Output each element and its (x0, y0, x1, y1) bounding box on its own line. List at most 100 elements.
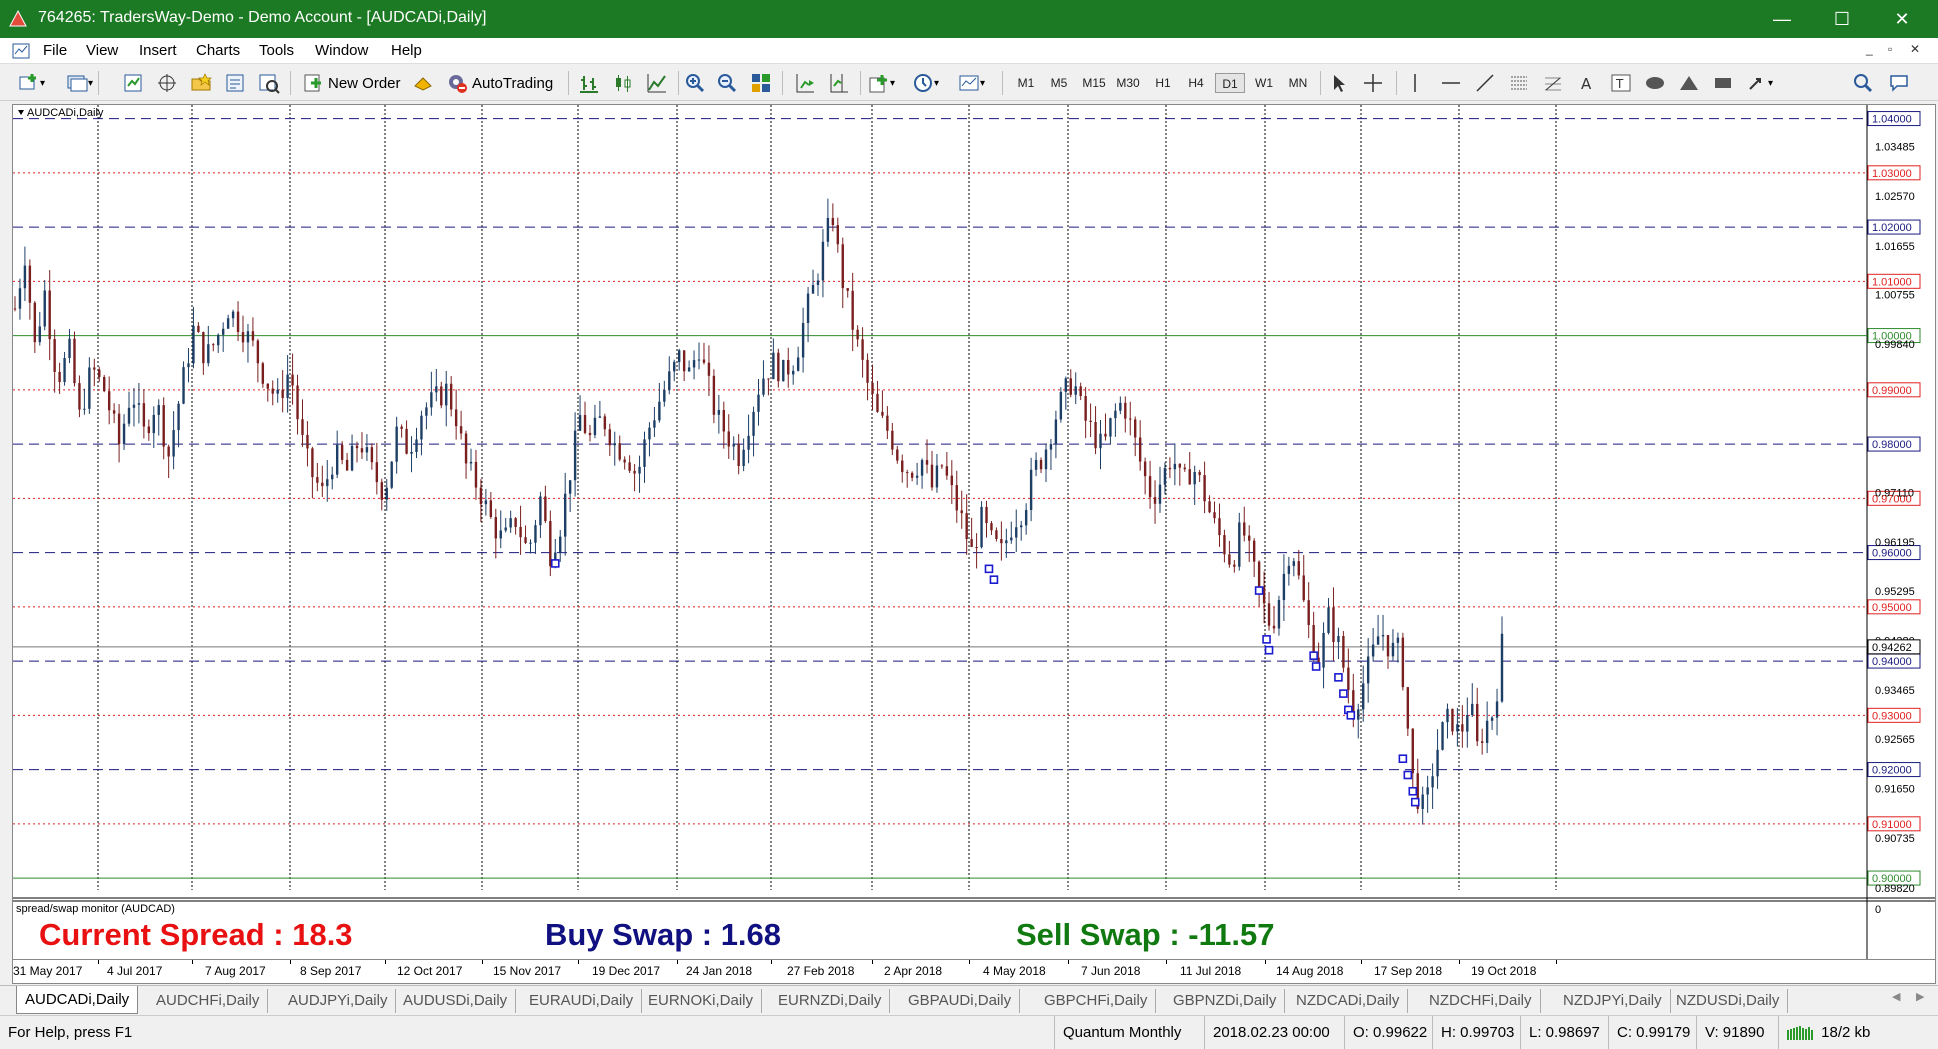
timeframe-m1[interactable]: M1 (1011, 73, 1041, 93)
zoom-out-button[interactable] (716, 71, 738, 95)
tabs-scroll-right-icon[interactable]: ▶ (1916, 990, 1924, 1003)
terminal-button[interactable] (224, 71, 246, 95)
candle-body (742, 449, 745, 466)
candle-body (677, 350, 681, 362)
candle-body (1153, 497, 1157, 504)
crosshair-tool[interactable] (1362, 71, 1384, 95)
menu-tools[interactable]: Tools (259, 42, 294, 59)
date-axis-label: 24 Jan 2018 (686, 964, 753, 978)
chat-button[interactable] (1888, 71, 1910, 95)
chart-tab-eurnzdi[interactable]: EURNZDi,Daily (770, 989, 891, 1013)
timeframe-m5[interactable]: M5 (1044, 73, 1074, 93)
fibonacci-tool[interactable] (1542, 71, 1564, 95)
autotrading-button[interactable]: AutoTrading (446, 71, 553, 95)
indicators-button[interactable]: ▾ (868, 71, 895, 95)
menu-view[interactable]: View (86, 42, 118, 59)
timeframe-h1[interactable]: H1 (1148, 73, 1178, 93)
rectangle-tool[interactable] (1712, 71, 1734, 95)
candle-body (568, 480, 572, 494)
bar-chart-button[interactable] (578, 71, 600, 95)
new-chart-button[interactable]: ▾ (18, 71, 45, 95)
cursor-tool[interactable] (1328, 71, 1350, 95)
chart-tab-audjpyi[interactable]: AUDJPYi,Daily (280, 989, 397, 1013)
auto-scroll-button[interactable] (794, 71, 816, 95)
candle-body (583, 415, 587, 433)
candle-body (187, 363, 190, 368)
chart-tab-nzdusdi[interactable]: NZDUSDi,Daily (1668, 989, 1789, 1013)
signal-marker (1403, 770, 1413, 780)
arrows-tool[interactable]: ▾ (1746, 71, 1773, 95)
periods-button[interactable]: ▾ (912, 71, 939, 95)
candle-body (1168, 467, 1172, 470)
signal-marker (984, 564, 994, 574)
chart-tab-eurnoki[interactable]: EURNOKi,Daily (640, 989, 763, 1013)
new-order-button[interactable]: New Order (302, 71, 401, 95)
candle-body (340, 444, 344, 460)
chart-tab-gbpnzdi[interactable]: GBPNZDi,Daily (1165, 989, 1286, 1013)
candle-body (985, 506, 988, 524)
horizontal-line-tool[interactable] (1440, 71, 1462, 95)
new-order-icon (304, 74, 321, 92)
chart-symbol-label: AUDCADi,Daily (27, 107, 104, 119)
metaeditor-button[interactable] (412, 71, 434, 95)
chart-tab-audusdi[interactable]: AUDUSDi,Daily (395, 989, 517, 1013)
vertical-line-tool[interactable] (1404, 71, 1426, 95)
menu-help[interactable]: Help (391, 42, 422, 59)
chart-window[interactable]: 1.04000 1.03000 1.02000 1.01000 1.00000 0.990… (12, 104, 1936, 960)
mdi-minimize-button[interactable]: _ (1866, 42, 1873, 56)
timeframe-mn[interactable]: MN (1283, 73, 1313, 93)
chart-tab-audcadi[interactable]: AUDCADi,Daily (16, 986, 139, 1014)
status-profile[interactable]: Quantum Monthly (1054, 1016, 1204, 1049)
menu-insert[interactable]: Insert (139, 42, 177, 59)
chart-tab-nzdjpyi[interactable]: NZDJPYi,Daily (1555, 989, 1671, 1013)
chart-tab-nzdchfi[interactable]: NZDCHFi,Daily (1421, 989, 1541, 1013)
chart-menu-icon[interactable] (18, 110, 24, 115)
timeframe-m15[interactable]: M15 (1079, 73, 1109, 93)
chart-tab-euraudi[interactable]: EURAUDi,Daily (521, 989, 643, 1013)
candle-body (722, 409, 726, 432)
templates-button[interactable]: ▾ (958, 71, 985, 95)
timeframe-d1[interactable]: D1 (1215, 73, 1245, 93)
market-watch-button[interactable] (122, 71, 144, 95)
trendline-tool[interactable] (1474, 71, 1496, 95)
chart-shift-button[interactable] (828, 71, 850, 95)
timeframe-m30[interactable]: M30 (1113, 73, 1143, 93)
chart-tab-gbpchfi[interactable]: GBPCHFi,Daily (1036, 989, 1157, 1013)
data-window-button[interactable] (156, 71, 178, 95)
timeframe-h4[interactable]: H4 (1181, 73, 1211, 93)
triangle-tool[interactable] (1678, 71, 1700, 95)
text-label-tool[interactable]: T (1610, 71, 1632, 95)
equidistant-channel-tool[interactable] (1508, 71, 1530, 95)
level-price-label: 0.98000 (1872, 439, 1912, 451)
tile-windows-button[interactable] (750, 71, 772, 95)
maximize-button[interactable]: ☐ (1812, 0, 1872, 38)
menu-window[interactable]: Window (315, 42, 368, 59)
timeframe-w1[interactable]: W1 (1249, 73, 1279, 93)
zoom-in-button[interactable] (684, 71, 706, 95)
profiles-button[interactable]: ▾ (66, 71, 93, 95)
price-chart[interactable]: 1.040001.030001.020001.010001.000000.990… (13, 105, 1935, 959)
chart-window-icon[interactable] (12, 43, 30, 59)
tabs-scroll-left-icon[interactable]: ◀ (1892, 990, 1900, 1003)
ellipse-tool[interactable] (1644, 71, 1666, 95)
price-axis-label: 1.01655 (1875, 241, 1915, 253)
minimize-button[interactable]: — (1752, 0, 1812, 38)
search-button[interactable] (1852, 71, 1874, 95)
candle-body (1267, 603, 1271, 626)
menu-charts[interactable]: Charts (196, 42, 240, 59)
candle-body (826, 217, 830, 242)
mdi-restore-button[interactable]: ▫ (1888, 42, 1892, 56)
close-button[interactable]: ✕ (1872, 0, 1932, 38)
chart-tab-audchfi[interactable]: AUDCHFi,Daily (148, 989, 269, 1013)
candle-body (1069, 378, 1072, 395)
candlestick-chart-button[interactable] (612, 71, 634, 95)
menu-file[interactable]: File (43, 42, 67, 59)
chart-tab-gbpaudi[interactable]: GBPAUDi,Daily (900, 989, 1021, 1013)
strategy-tester-button[interactable] (258, 71, 280, 95)
line-chart-button[interactable] (646, 71, 668, 95)
chart-tab-nzdcadi[interactable]: NZDCADi,Daily (1288, 989, 1409, 1013)
candle-body (1252, 540, 1256, 562)
mdi-close-button[interactable]: ✕ (1910, 42, 1920, 56)
navigator-button[interactable] (190, 71, 212, 95)
text-tool[interactable]: A (1576, 71, 1598, 95)
